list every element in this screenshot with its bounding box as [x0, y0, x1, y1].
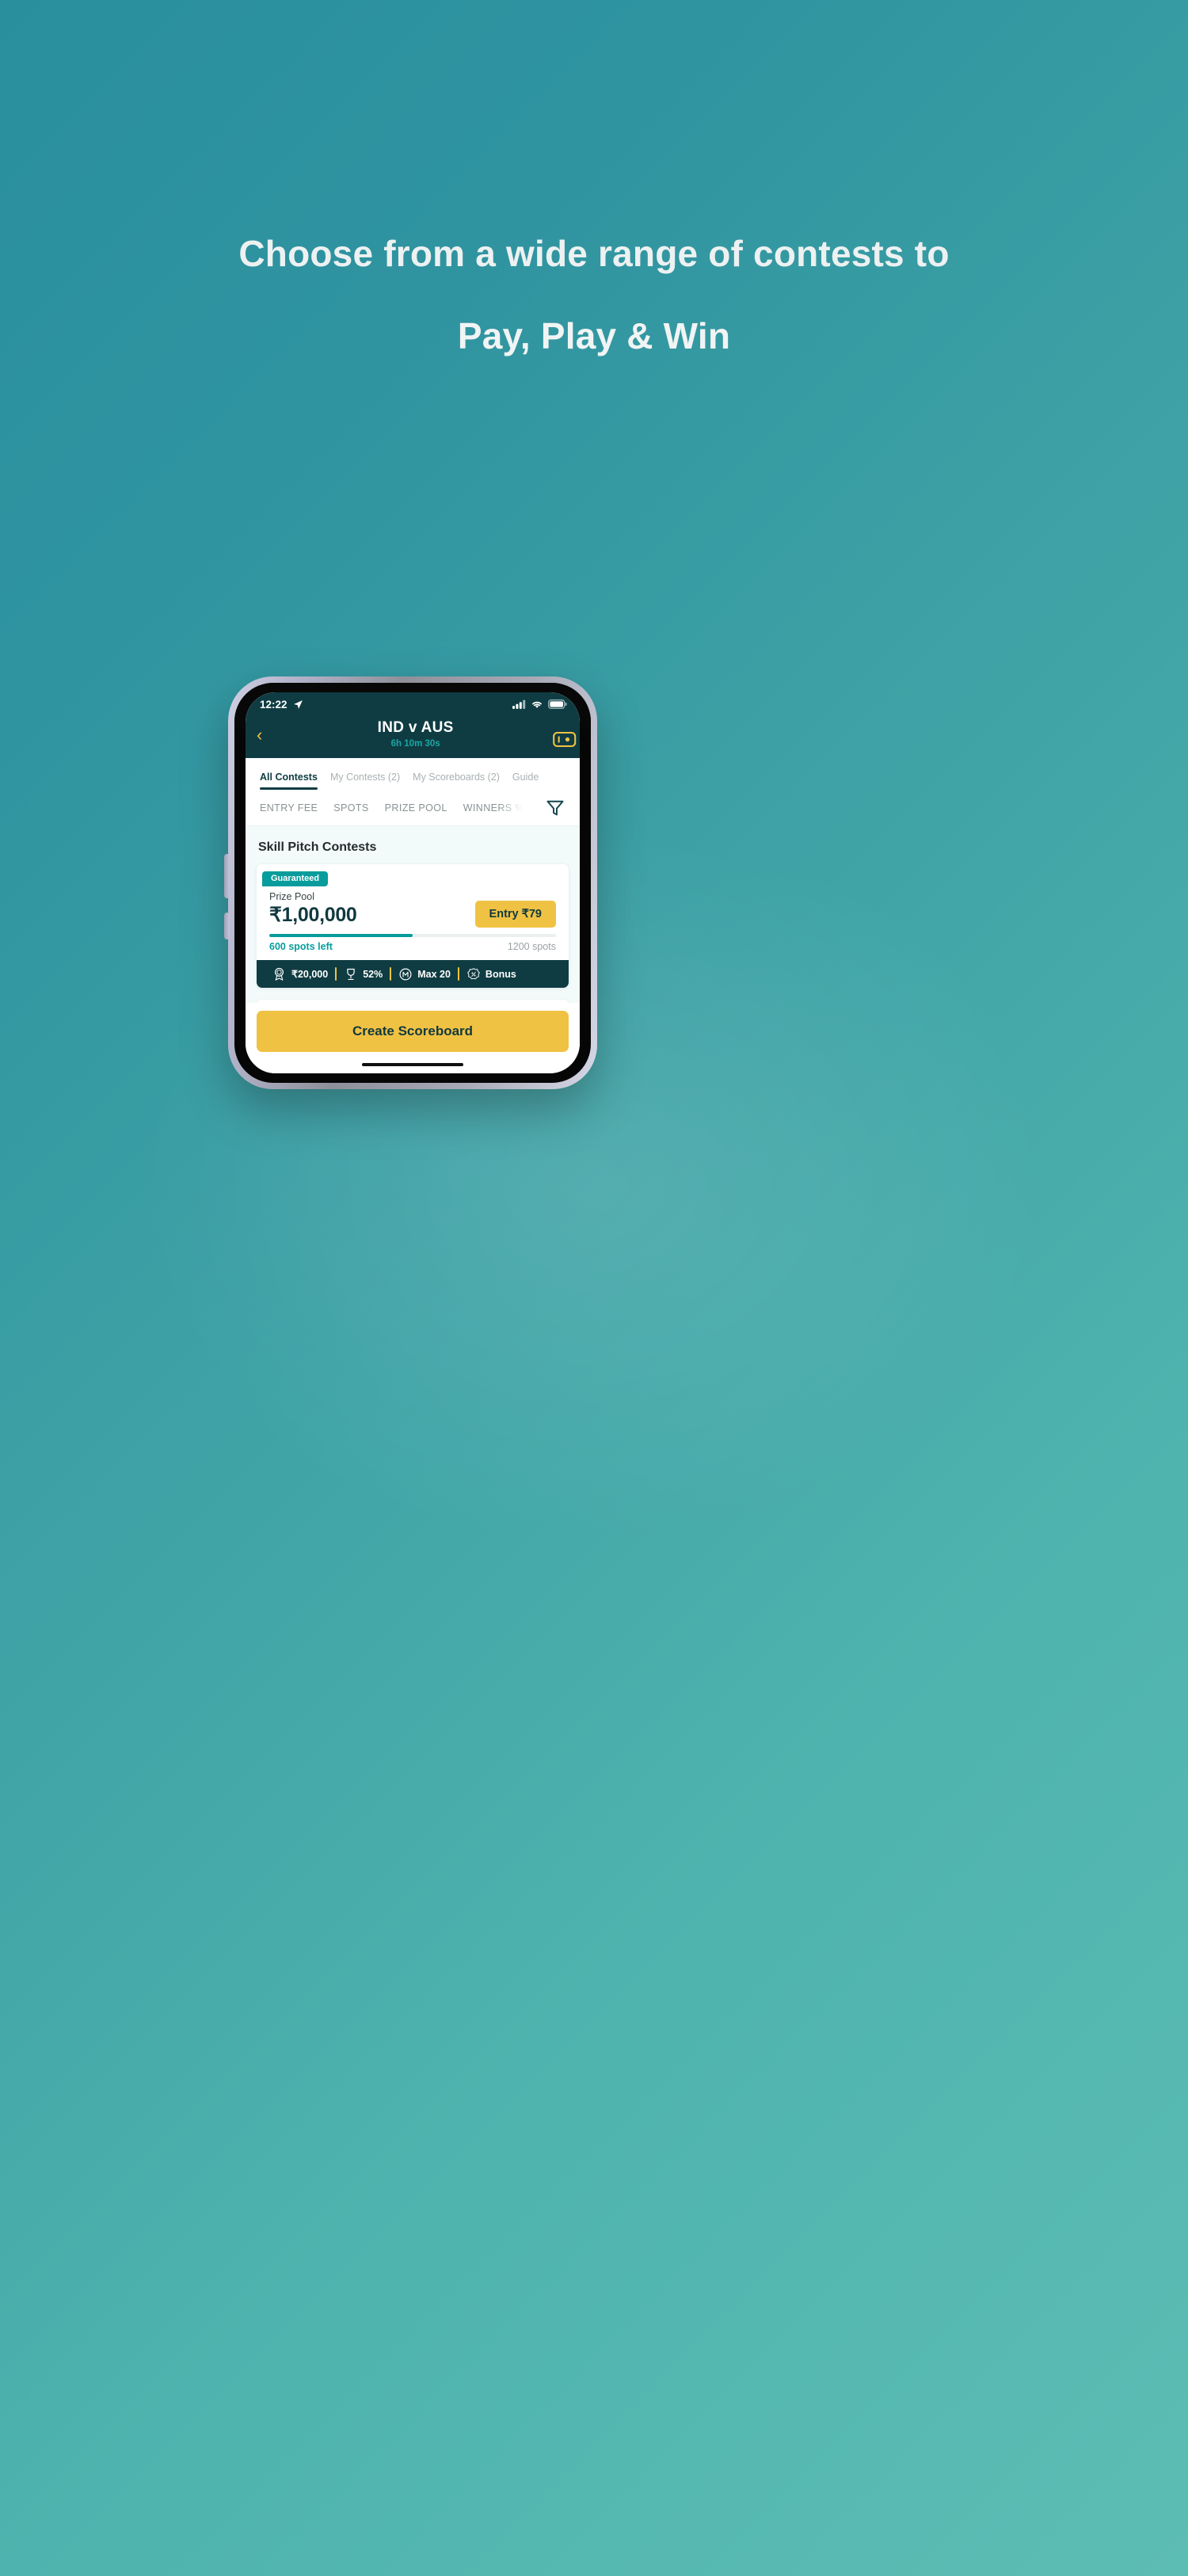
promo-line-1: Choose from a wide range of contests to [238, 233, 950, 274]
spots-progress-bar [257, 928, 569, 937]
phone-volume-button [224, 854, 230, 898]
contest-list[interactable]: Skill Pitch Contests Guaranteed Prize Po… [246, 826, 580, 1003]
contest-stats-bar: ₹20,000 52% Max 20 Bonus [257, 960, 569, 988]
spots-total-label: 1200 spots [507, 941, 556, 952]
promo-headline: Choose from a wide range of contests to … [0, 230, 1188, 357]
cta-container: Create Scoreboard [246, 1003, 580, 1058]
percent-badge-icon [466, 967, 481, 981]
status-bar: 12:22 [246, 692, 580, 716]
location-arrow-icon [293, 699, 303, 710]
contest-badge: Guaranteed [262, 871, 329, 886]
contest-card[interactable]: Guaranteed Prize Pool ₹50,000 Entry ₹50 … [257, 1000, 569, 1003]
trophy-icon [344, 967, 358, 981]
tab-bar: All Contests My Contests (2) My Scoreboa… [246, 758, 580, 790]
entry-fee-button[interactable]: Entry ₹79 [474, 901, 556, 928]
prize-pool-label: Prize Pool [269, 891, 314, 902]
stat-winners-pct: 52% [337, 967, 390, 981]
app-bar-title-group: IND v AUS 6h 10m 30s [262, 719, 569, 749]
stat-bonus: Bonus [459, 967, 524, 981]
tab-all-contests[interactable]: All Contests [260, 772, 318, 790]
match-countdown-timer: 6h 10m 30s [390, 739, 440, 749]
status-bar-time: 12:22 [260, 698, 287, 711]
battery-full-icon [548, 699, 567, 709]
stat-first-prize: ₹20,000 [265, 966, 335, 981]
rosette-first-place-icon [272, 966, 287, 981]
stat-bonus-value: Bonus [485, 968, 516, 980]
stat-winners-pct-value: 52% [363, 968, 383, 980]
stat-max-entries: Max 20 [391, 967, 458, 981]
section-title: Skill Pitch Contests [258, 840, 377, 854]
wallet-icon[interactable] [553, 730, 577, 749]
sort-column-entry-fee[interactable]: ENTRY FEE [260, 802, 318, 814]
back-button[interactable]: ‹ [257, 726, 262, 744]
home-indicator[interactable] [362, 1063, 463, 1066]
app-root: 12:22 ‹ IND v AUS 6h 10m 30s All Contest… [246, 692, 580, 1073]
home-indicator-container [246, 1058, 580, 1073]
stat-max-entries-value: Max 20 [417, 968, 451, 980]
app-bar: ‹ IND v AUS 6h 10m 30s [246, 716, 580, 758]
promo-line-2: Pay, Play & Win [457, 314, 731, 356]
sort-filter-bar: ENTRY FEE SPOTS PRIZE POOL WINNERS % [246, 790, 580, 826]
contest-card[interactable]: Guaranteed Prize Pool ₹1,00,000 Entry ₹7… [257, 864, 569, 988]
phone-power-button [224, 913, 230, 939]
sort-column-prize-pool[interactable]: PRIZE POOL [385, 802, 447, 814]
tab-my-scoreboards[interactable]: My Scoreboards (2) [413, 772, 500, 790]
spots-left-label: 600 spots left [269, 941, 333, 952]
filter-funnel-icon[interactable] [545, 798, 565, 818]
match-title: IND v AUS [377, 719, 454, 736]
cellular-signal-icon [512, 699, 526, 709]
phone-screen: 12:22 ‹ IND v AUS 6h 10m 30s All Contest… [246, 692, 580, 1073]
wifi-icon [531, 699, 543, 709]
circled-m-icon [398, 967, 413, 981]
stat-first-prize-value: ₹20,000 [291, 969, 329, 980]
prize-pool-amount: ₹1,00,000 [269, 904, 357, 926]
create-scoreboard-button[interactable]: Create Scoreboard [257, 1011, 569, 1052]
tab-my-contests[interactable]: My Contests (2) [330, 772, 400, 790]
sort-column-spots[interactable]: SPOTS [333, 802, 368, 814]
tab-guide[interactable]: Guide [512, 772, 539, 790]
background-glow [0, 0, 1188, 2576]
